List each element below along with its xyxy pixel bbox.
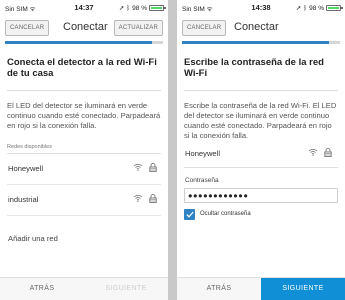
progress-bar	[182, 41, 340, 44]
password-field[interactable]: ●●●●●●●●●●●●	[184, 187, 338, 203]
step-description: El LED del detector se iluminará en verd…	[7, 100, 161, 130]
network-name: industrial	[8, 194, 39, 204]
next-button[interactable]: SIGUIENTE	[261, 278, 345, 300]
back-button[interactable]: ATRÁS	[177, 278, 261, 300]
step-heading: Escribe la contraseña de la red Wi-Fi	[184, 57, 324, 80]
cancel-button[interactable]: CANCELAR	[5, 20, 50, 36]
cancel-button[interactable]: CANCELAR	[182, 20, 227, 36]
network-row-industrial[interactable]: industrial	[7, 185, 161, 216]
progress-fill	[182, 41, 329, 44]
bluetooth-icon: ᛒ	[126, 4, 131, 12]
status-bar: Sin SIM ᯤ 14:37 ➚ ᛒ 98 %	[0, 0, 168, 17]
divider	[7, 89, 161, 91]
next-button[interactable]: SIGUIENTE	[84, 278, 168, 300]
battery-icon	[149, 5, 166, 11]
network-name: Honeywell	[185, 148, 221, 158]
network-row-honeywell[interactable]: Honeywell	[7, 154, 161, 185]
add-network-link[interactable]: Añadir una red	[8, 234, 160, 243]
status-right: ➚ ᛒ 98 %	[118, 4, 166, 12]
location-icon: ➚	[295, 5, 302, 12]
nav-bar: CANCELAR Conectar	[177, 17, 345, 41]
hide-password-toggle[interactable]: Ocultar contraseña	[184, 208, 338, 220]
footer-bar: ATRÁS SIGUIENTE	[0, 277, 168, 300]
wifi-icon	[308, 148, 318, 157]
update-button[interactable]: ACTUALIZAR	[113, 20, 163, 36]
step-description: Escribe la contraseña de la red Wi-Fi. E…	[184, 100, 337, 140]
networks-section-label: Redes disponibles	[7, 143, 52, 150]
checkbox-checked-icon[interactable]	[184, 208, 195, 220]
bluetooth-icon: ᛒ	[303, 4, 308, 12]
divider	[184, 166, 338, 168]
wifi-icon	[133, 194, 143, 203]
lock-icon	[149, 193, 157, 203]
wifi-icon	[133, 163, 143, 172]
lock-icon	[324, 147, 332, 157]
hide-password-label: Ocultar contraseña	[200, 211, 251, 218]
divider	[184, 89, 338, 91]
status-bar: Sin SIM ᯤ 14:38 ➚ ᛒ 98 %	[177, 0, 345, 17]
selected-network-row: Honeywell	[184, 147, 338, 163]
location-icon: ➚	[118, 5, 125, 12]
status-right: ➚ ᛒ 98 %	[295, 4, 343, 12]
page-title: Conectar	[63, 21, 108, 33]
network-name: Honeywell	[8, 163, 44, 173]
battery-icon	[326, 5, 343, 11]
page-title: Conectar	[234, 21, 279, 33]
back-button[interactable]: ATRÁS	[0, 278, 84, 300]
battery-percent: 98 %	[309, 4, 324, 12]
screen-select-network: Sin SIM ᯤ 14:37 ➚ ᛒ 98 % CANCELAR Conect…	[0, 0, 168, 300]
progress-fill	[5, 41, 152, 44]
nav-bar: CANCELAR Conectar ACTUALIZAR	[0, 17, 168, 41]
footer-bar: ATRÁS SIGUIENTE	[177, 277, 345, 300]
progress-bar	[5, 41, 163, 44]
battery-percent: 98 %	[132, 4, 147, 12]
password-label: Contraseña	[185, 176, 219, 184]
lock-icon	[149, 162, 157, 172]
screen-enter-password: Sin SIM ᯤ 14:38 ➚ ᛒ 98 % CANCELAR Conect…	[177, 0, 345, 300]
step-heading: Conecta el detector a la red Wi-Fi de tu…	[7, 57, 157, 80]
